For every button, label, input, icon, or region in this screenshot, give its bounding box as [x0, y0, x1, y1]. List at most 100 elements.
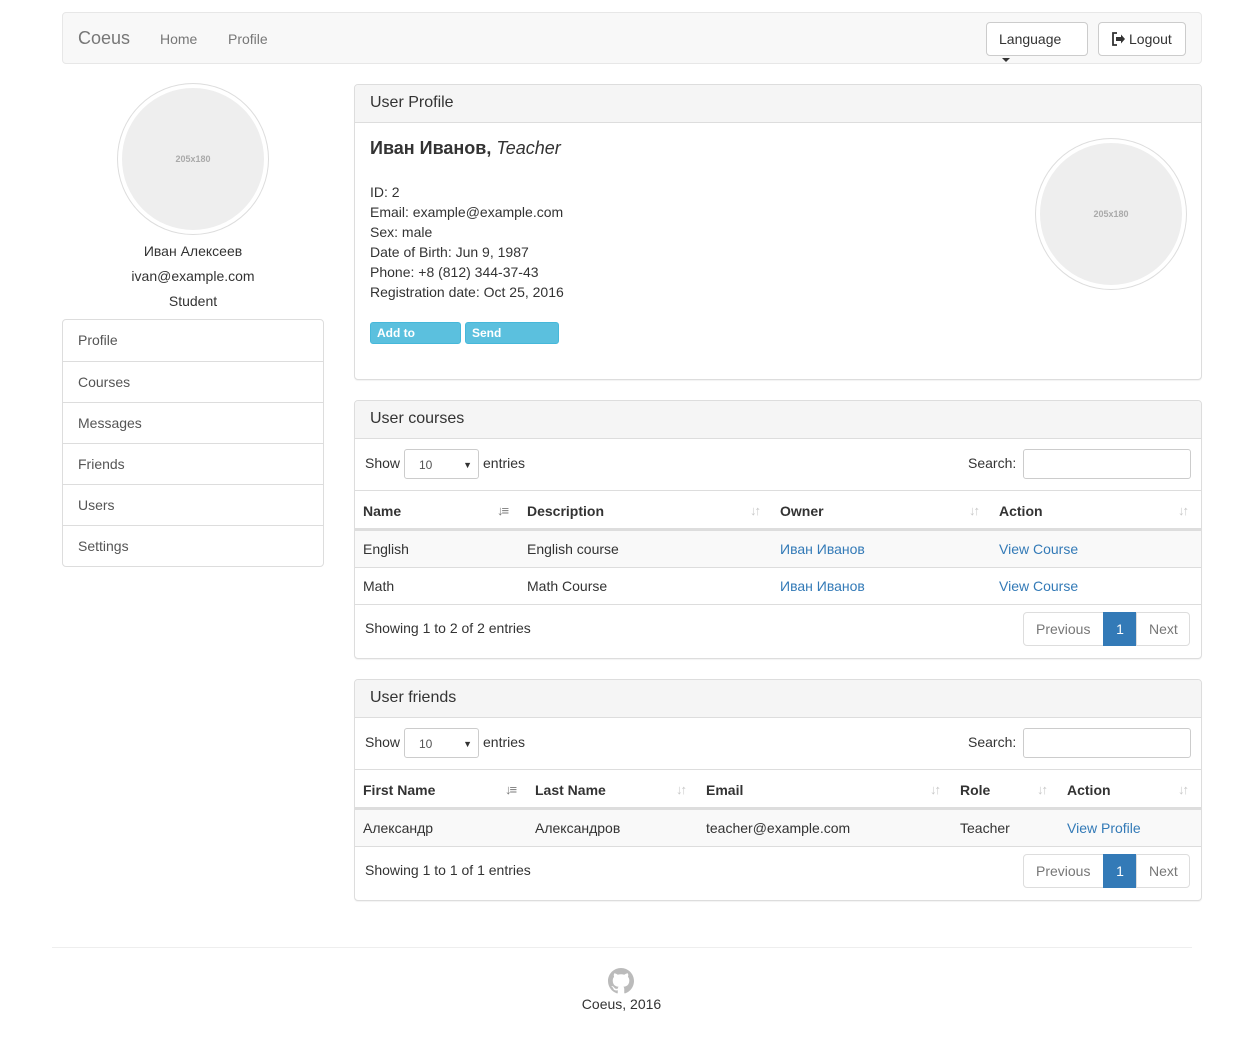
- friend-email: teacher@example.com: [706, 820, 851, 836]
- view-profile-link[interactable]: View Profile: [1067, 818, 1141, 838]
- profile-phone: Phone: +8 (812) 344-37-43: [370, 264, 539, 280]
- sort-both-icon[interactable]: ↓↑: [676, 780, 687, 800]
- course-name: English: [363, 541, 409, 557]
- course-owner-link[interactable]: Иван Иванов: [780, 539, 865, 559]
- friend-role: Teacher: [960, 820, 1010, 836]
- avatar-placeholder-text: 205x180: [175, 154, 211, 164]
- select-arrow-icon: ▼: [463, 739, 472, 749]
- column-header-role[interactable]: Role: [960, 780, 990, 800]
- nav-home-link[interactable]: Home: [160, 29, 197, 49]
- sidebar-item-friends[interactable]: Friends: [63, 443, 323, 484]
- friend-last-name: Александров: [535, 820, 621, 836]
- panel-title: User courses: [355, 401, 1201, 439]
- footer-copyright: Coeus, 2016: [581, 996, 662, 1012]
- sort-both-icon[interactable]: ↓↑: [930, 780, 941, 800]
- logout-icon: [1112, 32, 1125, 46]
- column-header-action[interactable]: Action: [1067, 780, 1111, 800]
- sort-both-icon[interactable]: ↓↑: [1178, 501, 1189, 521]
- sidebar-user-name: Иван Алексеев: [143, 243, 243, 259]
- panel-title: User Profile: [355, 85, 1201, 123]
- course-description: English course: [527, 541, 619, 557]
- entries-value: 10: [419, 458, 433, 472]
- user-profile-panel: User Profile Иван Иванов, Teacher ID: 2 …: [354, 84, 1202, 380]
- sidebar-avatar: 205x180: [118, 84, 268, 234]
- sidebar-item-messages[interactable]: Messages: [63, 402, 323, 443]
- sort-both-icon[interactable]: ↓↑: [969, 501, 980, 521]
- column-header-action[interactable]: Action: [999, 501, 1043, 521]
- page-button-current[interactable]: 1: [1103, 854, 1137, 888]
- sidebar-item-users[interactable]: Users: [63, 484, 323, 525]
- next-page-button[interactable]: Next: [1136, 854, 1190, 888]
- github-icon[interactable]: [608, 968, 634, 994]
- table-info: Showing 1 to 1 of 1 entries: [365, 862, 531, 878]
- caret-down-icon: [1002, 58, 1010, 63]
- sidebar-user-email: ivan@example.com: [131, 268, 255, 284]
- friend-first-name: Александр: [363, 820, 434, 836]
- column-header-email[interactable]: Email: [706, 780, 743, 800]
- entries-label: entries: [483, 455, 526, 471]
- nav-profile-link[interactable]: Profile: [228, 29, 268, 49]
- profile-avatar: 205x180: [1036, 139, 1186, 289]
- view-course-link[interactable]: View Course: [999, 576, 1078, 596]
- table-bottom-border: [355, 846, 1201, 847]
- profile-id: ID: 2: [370, 184, 400, 200]
- column-header-owner[interactable]: Owner: [780, 501, 824, 521]
- send-message-button[interactable]: Send Message: [465, 322, 559, 358]
- profile-full-name: Иван Иванов,: [370, 138, 492, 158]
- add-to-friends-button[interactable]: Add to Friends: [370, 322, 461, 358]
- view-course-link[interactable]: View Course: [999, 539, 1078, 559]
- show-label: Show: [365, 455, 401, 471]
- panel-title: User friends: [355, 680, 1201, 718]
- profile-registration-date: Registration date: Oct 25, 2016: [370, 284, 564, 300]
- course-description: Math Course: [527, 578, 608, 594]
- entries-select[interactable]: 10 ▼: [404, 449, 479, 479]
- courses-table: Name ↓≡ Description ↓↑ Owner ↓↑ Action ↓…: [355, 490, 1201, 605]
- friends-table: First Name ↓≡ Last Name ↓↑ Email ↓↑ Role…: [355, 769, 1201, 847]
- entries-label: entries: [483, 734, 526, 750]
- search-label: Search:: [968, 734, 1017, 750]
- entries-value: 10: [419, 737, 433, 751]
- previous-page-button[interactable]: Previous: [1023, 854, 1104, 888]
- show-label: Show: [365, 734, 401, 750]
- table-bottom-border: [355, 604, 1201, 605]
- language-label: Language: [999, 31, 1062, 47]
- logout-button[interactable]: Logout: [1098, 22, 1186, 56]
- page-button-current[interactable]: 1: [1103, 612, 1137, 646]
- table-row: English English course Иван Иванов View …: [355, 530, 1201, 567]
- language-dropdown-button[interactable]: Language: [986, 22, 1088, 63]
- sidebar-item-settings[interactable]: Settings: [63, 525, 323, 566]
- next-page-button[interactable]: Next: [1136, 612, 1190, 646]
- sidebar-menu: Profile Courses Messages Friends Users S…: [62, 319, 324, 567]
- sort-both-icon[interactable]: ↓↑: [1178, 780, 1189, 800]
- user-friends-panel: User friends Show 10 ▼ entries Search: F…: [354, 679, 1202, 901]
- course-owner-link[interactable]: Иван Иванов: [780, 576, 865, 596]
- pagination: Previous 1 Next: [1023, 612, 1190, 646]
- profile-name: Иван Иванов, Teacher: [370, 137, 561, 159]
- sort-asc-icon[interactable]: ↓≡: [497, 501, 509, 521]
- course-name: Math: [363, 578, 395, 594]
- column-header-description[interactable]: Description: [527, 501, 604, 521]
- sidebar-item-courses[interactable]: Courses: [63, 361, 323, 402]
- sidebar-item-profile[interactable]: Profile: [63, 320, 323, 361]
- sidebar-user-role: Student: [168, 293, 218, 309]
- user-courses-panel: User courses Show 10 ▼ entries Search: N…: [354, 400, 1202, 659]
- avatar-placeholder-text: 205x180: [1093, 209, 1129, 219]
- column-header-last-name[interactable]: Last Name: [535, 780, 606, 800]
- search-input[interactable]: [1023, 449, 1191, 479]
- sort-both-icon[interactable]: ↓↑: [1037, 780, 1048, 800]
- brand-link[interactable]: Coeus: [78, 27, 130, 49]
- profile-role: Teacher: [496, 138, 561, 158]
- search-input[interactable]: [1023, 728, 1191, 758]
- previous-page-button[interactable]: Previous: [1023, 612, 1104, 646]
- sort-asc-icon[interactable]: ↓≡: [505, 780, 517, 800]
- select-arrow-icon: ▼: [463, 460, 472, 470]
- entries-select[interactable]: 10 ▼: [404, 728, 479, 758]
- logout-label: Logout: [1129, 31, 1172, 47]
- top-navbar: Coeus Home Profile Language Logout: [62, 12, 1202, 64]
- footer-divider: [52, 947, 1192, 948]
- sort-both-icon[interactable]: ↓↑: [750, 501, 761, 521]
- column-header-first-name[interactable]: First Name: [363, 780, 435, 800]
- profile-email: Email: example@example.com: [370, 204, 564, 220]
- table-info: Showing 1 to 2 of 2 entries: [365, 620, 531, 636]
- column-header-name[interactable]: Name: [363, 501, 401, 521]
